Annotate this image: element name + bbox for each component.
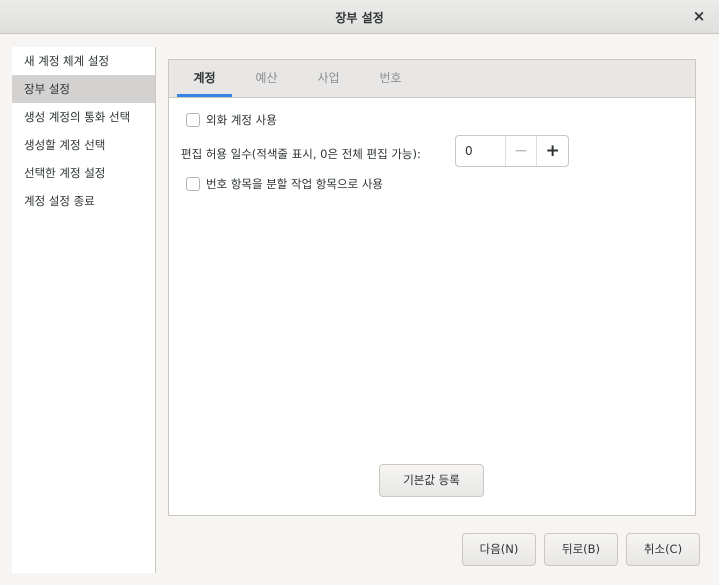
set-default-button[interactable]: 기본값 등록 xyxy=(379,464,484,497)
sidebar-item-choose-accounts[interactable]: 생성할 계정 선택 xyxy=(12,131,155,159)
sidebar-item-choose-currency[interactable]: 생성 계정의 통화 선택 xyxy=(12,103,155,131)
title-bar: 장부 설정 × xyxy=(0,0,719,34)
tab-numbering[interactable]: 번호 xyxy=(363,60,418,97)
sidebar-item-book-options[interactable]: 장부 설정 xyxy=(12,75,155,103)
foreign-currency-checkbox[interactable] xyxy=(186,113,200,127)
edit-days-spinner[interactable]: 0 − + xyxy=(455,135,569,167)
next-button[interactable]: 다음(N) xyxy=(462,533,536,566)
decrement-button[interactable]: − xyxy=(504,136,537,166)
sidebar-item-new-account-hierarchy[interactable]: 새 계정 체계 설정 xyxy=(12,47,155,75)
foreign-currency-label: 외화 계정 사용 xyxy=(206,113,277,127)
increment-button[interactable]: + xyxy=(536,136,568,166)
close-icon[interactable]: × xyxy=(689,6,709,26)
split-action-label: 번호 항목을 분할 작업 항목으로 사용 xyxy=(206,177,383,191)
edit-days-value[interactable]: 0 xyxy=(456,136,505,166)
sidebar-item-finish-setup[interactable]: 계정 설정 종료 xyxy=(12,187,155,215)
split-action-option[interactable]: 번호 항목을 분할 작업 항목으로 사용 xyxy=(186,175,383,193)
split-action-checkbox[interactable] xyxy=(186,177,200,191)
options-notebook: 계정 예산 사업 번호 외화 계정 사용 편집 허용 일수(적색줄 표시, 0은… xyxy=(168,59,696,516)
window-title: 장부 설정 xyxy=(335,11,384,25)
tab-business[interactable]: 사업 xyxy=(301,60,356,97)
tab-accounts-label: 계정 xyxy=(193,71,216,85)
foreign-currency-option[interactable]: 외화 계정 사용 xyxy=(186,111,277,129)
back-button[interactable]: 뒤로(B) xyxy=(544,533,618,566)
tab-bar: 계정 예산 사업 번호 xyxy=(169,60,695,98)
tab-accounts[interactable]: 계정 xyxy=(177,60,232,97)
edit-days-label: 편집 허용 일수(적색줄 표시, 0은 전체 편집 가능): xyxy=(181,147,421,161)
tab-budgeting[interactable]: 예산 xyxy=(239,60,294,97)
active-tab-indicator xyxy=(177,94,232,97)
assistant-steps-sidebar: 새 계정 체계 설정 장부 설정 생성 계정의 통화 선택 생성할 계정 선택 … xyxy=(12,47,156,573)
sidebar-item-setup-accounts[interactable]: 선택한 계정 설정 xyxy=(12,159,155,187)
cancel-button[interactable]: 취소(C) xyxy=(626,533,700,566)
